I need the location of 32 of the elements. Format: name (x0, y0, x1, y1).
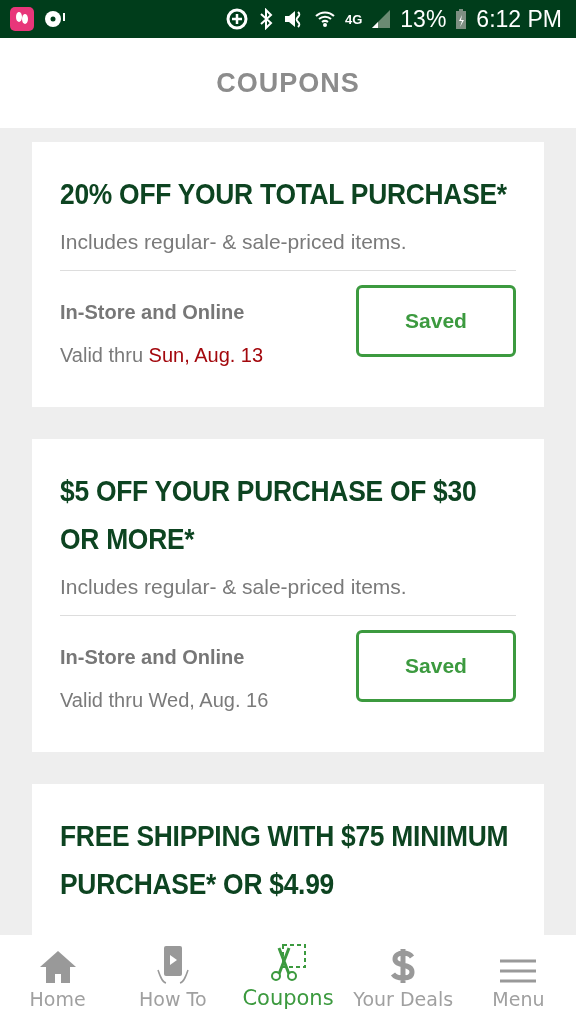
coupon-description: Includes regular- & sale-priced items. (60, 230, 516, 271)
saved-button[interactable]: Saved (356, 630, 516, 702)
valid-date-text: Valid thru Sun, Aug. 13 (60, 344, 264, 367)
menu-icon (500, 958, 537, 984)
phone-video-icon (155, 946, 190, 984)
coupon-title: 20% OFF YOUR TOTAL PURCHASE* (60, 176, 508, 212)
page-title: COUPONS (216, 67, 360, 99)
clock-time: 6:12 PM (476, 5, 562, 33)
valid-date-text: Valid thru Wed, Aug. 16 (60, 689, 269, 712)
data-saver-icon (224, 7, 249, 31)
nav-tab[interactable]: Coupons (230, 935, 346, 1024)
app-icon (10, 7, 34, 31)
wifi-icon (314, 9, 335, 29)
nav-tab[interactable]: Home (0, 935, 116, 1024)
scissors-coupon-icon (269, 944, 307, 982)
nav-tab[interactable]: Menu (460, 935, 576, 1024)
home-icon (38, 950, 77, 984)
coupon-channel: In-Store and Online (60, 301, 246, 324)
notification-icon (44, 9, 66, 29)
saved-button[interactable]: Saved (356, 285, 516, 357)
nav-tab[interactable]: Your Deals (345, 935, 461, 1024)
nav-tab[interactable]: How To (115, 935, 231, 1024)
network-type-label: 4G (344, 11, 363, 27)
dollar-icon (390, 948, 417, 984)
signal-icon (372, 10, 391, 28)
bluetooth-icon (258, 8, 273, 30)
coupon-title: FREE SHIPPING WITH $75 MINIMUM PURCHASE* OR $4.99 (60, 818, 510, 902)
battery-icon (456, 9, 467, 29)
battery-percentage: 13% (400, 5, 447, 33)
coupon-description: Includes regular- & sale-priced items. (60, 575, 516, 616)
coupon-channel: In-Store and Online (60, 646, 246, 669)
coupon-title: $5 OFF YOUR PURCHASE OF $30 OR MORE* (60, 473, 478, 557)
